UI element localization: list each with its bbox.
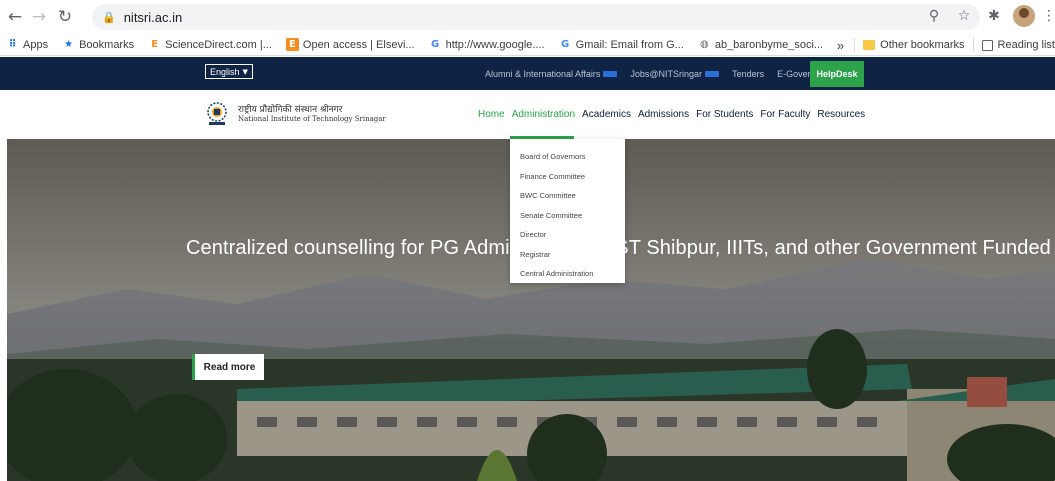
nav-for-students[interactable]: For Students [696, 109, 753, 120]
dropdown-item-registrar[interactable]: Registrar [510, 245, 625, 265]
toplink-jobs[interactable]: Jobs@NITSringar [630, 68, 720, 79]
dropdown-item-central-administration[interactable]: Central Administration [510, 264, 625, 284]
bookmark-open-access[interactable]: E Open access | Elsevi... [285, 38, 415, 51]
nav-academics[interactable]: Academics [582, 109, 631, 120]
elsevier-icon: E [285, 38, 299, 51]
headline-text: Centralized counselling for PG Admiss [186, 237, 530, 259]
toplink-label: Alumni & International Affairs [485, 68, 601, 79]
bookmark-label: Open access | Elsevi... [302, 38, 415, 51]
google-icon: G [430, 39, 440, 50]
site-header: राष्ट्रीय प्रौद्योगिकी संस्थान श्रीनगर N… [0, 90, 1055, 138]
globe-icon: ◍ [699, 39, 709, 50]
reading-list-icon [981, 39, 993, 51]
back-arrow-icon[interactable]: ← [4, 6, 26, 28]
bookmarks-bar: ⠿ Apps ★ Bookmarks E ScienceDirect.com |… [0, 34, 1055, 56]
institute-name-english: National Institute of Technology Srinaga… [238, 115, 386, 123]
divider [854, 38, 856, 52]
bookmark-apps[interactable]: ⠿ Apps [6, 38, 48, 51]
bookmarks-overflow-button[interactable]: » [837, 38, 844, 53]
bookmark-label: Apps [23, 38, 49, 51]
reading-list[interactable]: Reading list [998, 39, 1055, 51]
nav-admissions[interactable]: Admissions [638, 109, 689, 120]
apps-grid-icon: ⠿ [8, 39, 17, 50]
nav-home[interactable]: Home [478, 109, 505, 120]
new-badge-icon [603, 71, 618, 78]
nav-administration[interactable]: Administration [512, 109, 575, 120]
bookmark-google[interactable]: G http://www.google.... [429, 38, 545, 51]
url-text: nitsri.ac.in [123, 9, 183, 25]
administration-dropdown: Board of Governors Finance Committee BWC… [510, 139, 625, 283]
zoom-icon[interactable]: ⚲ [923, 5, 945, 27]
bookmark-label: Gmail: Email from G... [575, 38, 684, 51]
chevron-down-icon: ▼ [242, 67, 248, 76]
other-bookmarks[interactable]: Other bookmarks [880, 39, 964, 51]
forward-arrow-icon[interactable]: → [28, 6, 50, 28]
language-value: English [210, 66, 240, 77]
institute-logo[interactable] [205, 100, 229, 126]
dropdown-item-bwc-committee[interactable]: BWC Committee [510, 186, 625, 206]
bookmark-label: Bookmarks [79, 38, 135, 51]
toplink-tenders[interactable]: Tenders [732, 69, 764, 79]
divider [972, 38, 974, 52]
helpdesk-button[interactable]: HelpDesk [810, 61, 864, 87]
bookmark-label: ScienceDirect.com |... [165, 38, 272, 51]
bookmark-star-icon[interactable]: ☆ [953, 5, 975, 27]
language-select[interactable]: English ▼ [205, 64, 253, 79]
nav-resources[interactable]: Resources [817, 109, 865, 120]
reload-icon[interactable]: ↻ [54, 6, 76, 28]
headline-text-continued: EST Shibpur, IIITs, and other Government… [601, 237, 1055, 259]
toplink-alumni[interactable]: Alumni & International Affairs [485, 68, 618, 79]
extensions-puzzle-icon[interactable]: ✱ [983, 5, 1005, 27]
bookmark-gmail[interactable]: G Gmail: Email from G... [559, 38, 684, 51]
new-badge-icon [705, 71, 720, 78]
dropdown-item-director[interactable]: Director [510, 225, 625, 245]
bookmark-label: http://www.google.... [445, 38, 545, 51]
site-topbar: English ▼ Alumni & International Affairs… [0, 57, 1055, 90]
google-icon: G [561, 39, 570, 50]
dropdown-item-board-of-governors[interactable]: Board of Governors [510, 147, 625, 167]
menu-kebab-icon[interactable]: ⋮ [1042, 5, 1055, 27]
read-more-button[interactable]: Read more [192, 354, 264, 380]
browser-toolbar: ← → ↻ 🔒 nitsri.ac.in ⚲ ☆ ✱ ⋮ [0, 0, 1055, 34]
star-icon: ★ [64, 39, 74, 50]
folder-icon [863, 40, 876, 50]
bookmark-ab-baronbyme[interactable]: ◍ ab_baronbyme_soci... [698, 38, 823, 51]
dropdown-item-finance-committee[interactable]: Finance Committee [510, 167, 625, 187]
institute-name-hindi: राष्ट्रीय प्रौद्योगिकी संस्थान श्रीनगर [238, 105, 343, 115]
profile-avatar[interactable] [1013, 5, 1035, 27]
lock-icon: 🔒 [102, 10, 116, 24]
bookmark-label: ab_baronbyme_soci... [714, 38, 824, 51]
dropdown-item-senate-committee[interactable]: Senate Committee [510, 206, 625, 226]
elsevier-icon: E [151, 39, 159, 50]
main-nav: Home Administration Academics Admissions… [478, 90, 872, 138]
toplink-label: Jobs@NITSringar [630, 68, 703, 79]
address-bar[interactable]: 🔒 nitsri.ac.in [92, 4, 980, 30]
bookmark-sciencedirect[interactable]: E ScienceDirect.com |... [148, 38, 272, 51]
bookmark-bookmarks[interactable]: ★ Bookmarks [62, 38, 134, 51]
nav-for-faculty[interactable]: For Faculty [760, 109, 810, 120]
